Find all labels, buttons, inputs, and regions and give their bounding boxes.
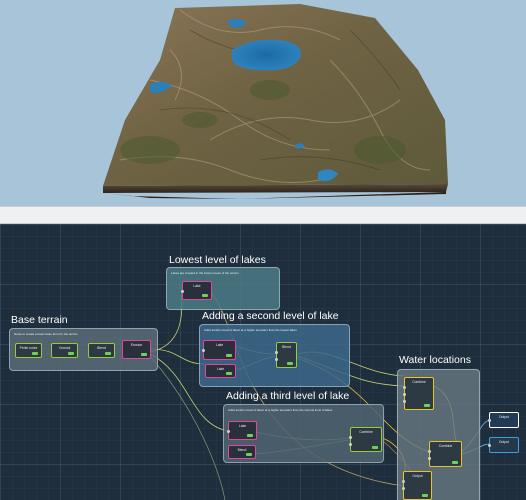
group-title-base-terrain: Base terrain [11,314,68,326]
node-label: Voronoi [58,346,71,350]
node-status-chip [287,362,293,365]
graph-node[interactable]: Erosion [122,340,151,359]
node-input-port[interactable] [202,349,205,352]
node-label: Output [498,440,510,444]
node-status-chip [422,494,428,497]
graph-node[interactable]: Combine [349,427,382,452]
node-status-chip [105,352,111,355]
node-input-port[interactable] [403,393,406,396]
node-status-chip [32,352,38,355]
node-input-port[interactable] [428,450,431,453]
node-label: Combine [438,444,453,448]
graph-node[interactable]: Lake [205,364,236,378]
node-label: Lake [215,343,224,347]
node-input-port[interactable] [349,443,352,446]
node-input-port[interactable] [402,487,405,490]
node-input-port[interactable] [488,419,491,422]
group-description: Lakes are created in the lowest areas of… [171,271,239,275]
group-title-lowest-lakes: Lowest level of lakes [169,254,266,266]
graph-node[interactable]: Blend [228,445,256,459]
node-input-port[interactable] [402,480,405,483]
node-label: Blend [237,448,247,452]
3d-viewport[interactable] [0,0,526,206]
node-status-chip [68,352,74,355]
node-status-chip [202,294,208,297]
node-label: Blend [282,345,291,349]
graph-node[interactable]: Output [488,412,519,428]
node-label: Combine [359,430,373,434]
graph-node[interactable]: Output [402,471,432,500]
group-description: Adds another level of lakes at a higher … [204,328,297,332]
graph-node[interactable]: Lake [181,281,212,300]
node-input-port[interactable] [349,436,352,439]
graph-node[interactable]: Lake [227,421,257,440]
node-label: Output [498,415,510,419]
node-status-chip [424,404,430,407]
node-input-port[interactable] [403,386,406,389]
node-label: Lake [216,367,225,371]
graph-node[interactable]: Voronoi [51,343,78,358]
group-title-third-lake: Adding a third level of lake [226,390,350,402]
node-graph-editor[interactable]: Base terrain Noise to create a basic bas… [0,224,526,500]
node-input-port[interactable] [403,400,406,403]
graph-node[interactable]: Blend [275,342,297,368]
node-input-port[interactable] [275,358,278,361]
group-description: Adds another level of lakes at a higher … [228,408,333,412]
terrain-render[interactable] [0,0,526,206]
node-label: Perlin noise [19,346,38,350]
graph-node[interactable]: Perlin noise [15,343,42,358]
node-status-chip [246,453,252,456]
node-label: Output [412,474,423,478]
node-status-chip [247,434,253,437]
group-title-water-locations: Water locations [399,354,471,366]
node-status-chip [141,353,147,356]
node-label: Blend [97,346,106,350]
group-title-second-lake: Adding a second level of lake [202,310,339,322]
viewport-splitter[interactable] [0,206,526,224]
node-status-chip [226,372,232,375]
node-label: Lake [193,284,201,288]
graph-node[interactable]: Blend [88,343,115,358]
node-label: Combine [412,380,426,384]
node-status-chip [452,461,458,464]
graph-node[interactable]: Combine [428,441,462,467]
world-editor-app: Base terrain Noise to create a basic bas… [0,0,526,500]
node-status-chip [372,446,378,449]
node-label: Lake [238,424,247,428]
node-status-chip [226,354,232,357]
graph-node[interactable]: Output [488,437,519,453]
graph-node[interactable]: Combine [403,377,434,410]
node-input-port[interactable] [275,351,278,354]
node-label: Erosion [130,343,143,347]
graph-node[interactable]: Lake [202,340,236,360]
node-input-port[interactable] [428,457,431,460]
node-input-port[interactable] [488,444,491,447]
group-description: Noise to create a basic base form for th… [14,332,78,336]
node-input-port[interactable] [227,430,230,433]
node-input-port[interactable] [181,290,184,293]
